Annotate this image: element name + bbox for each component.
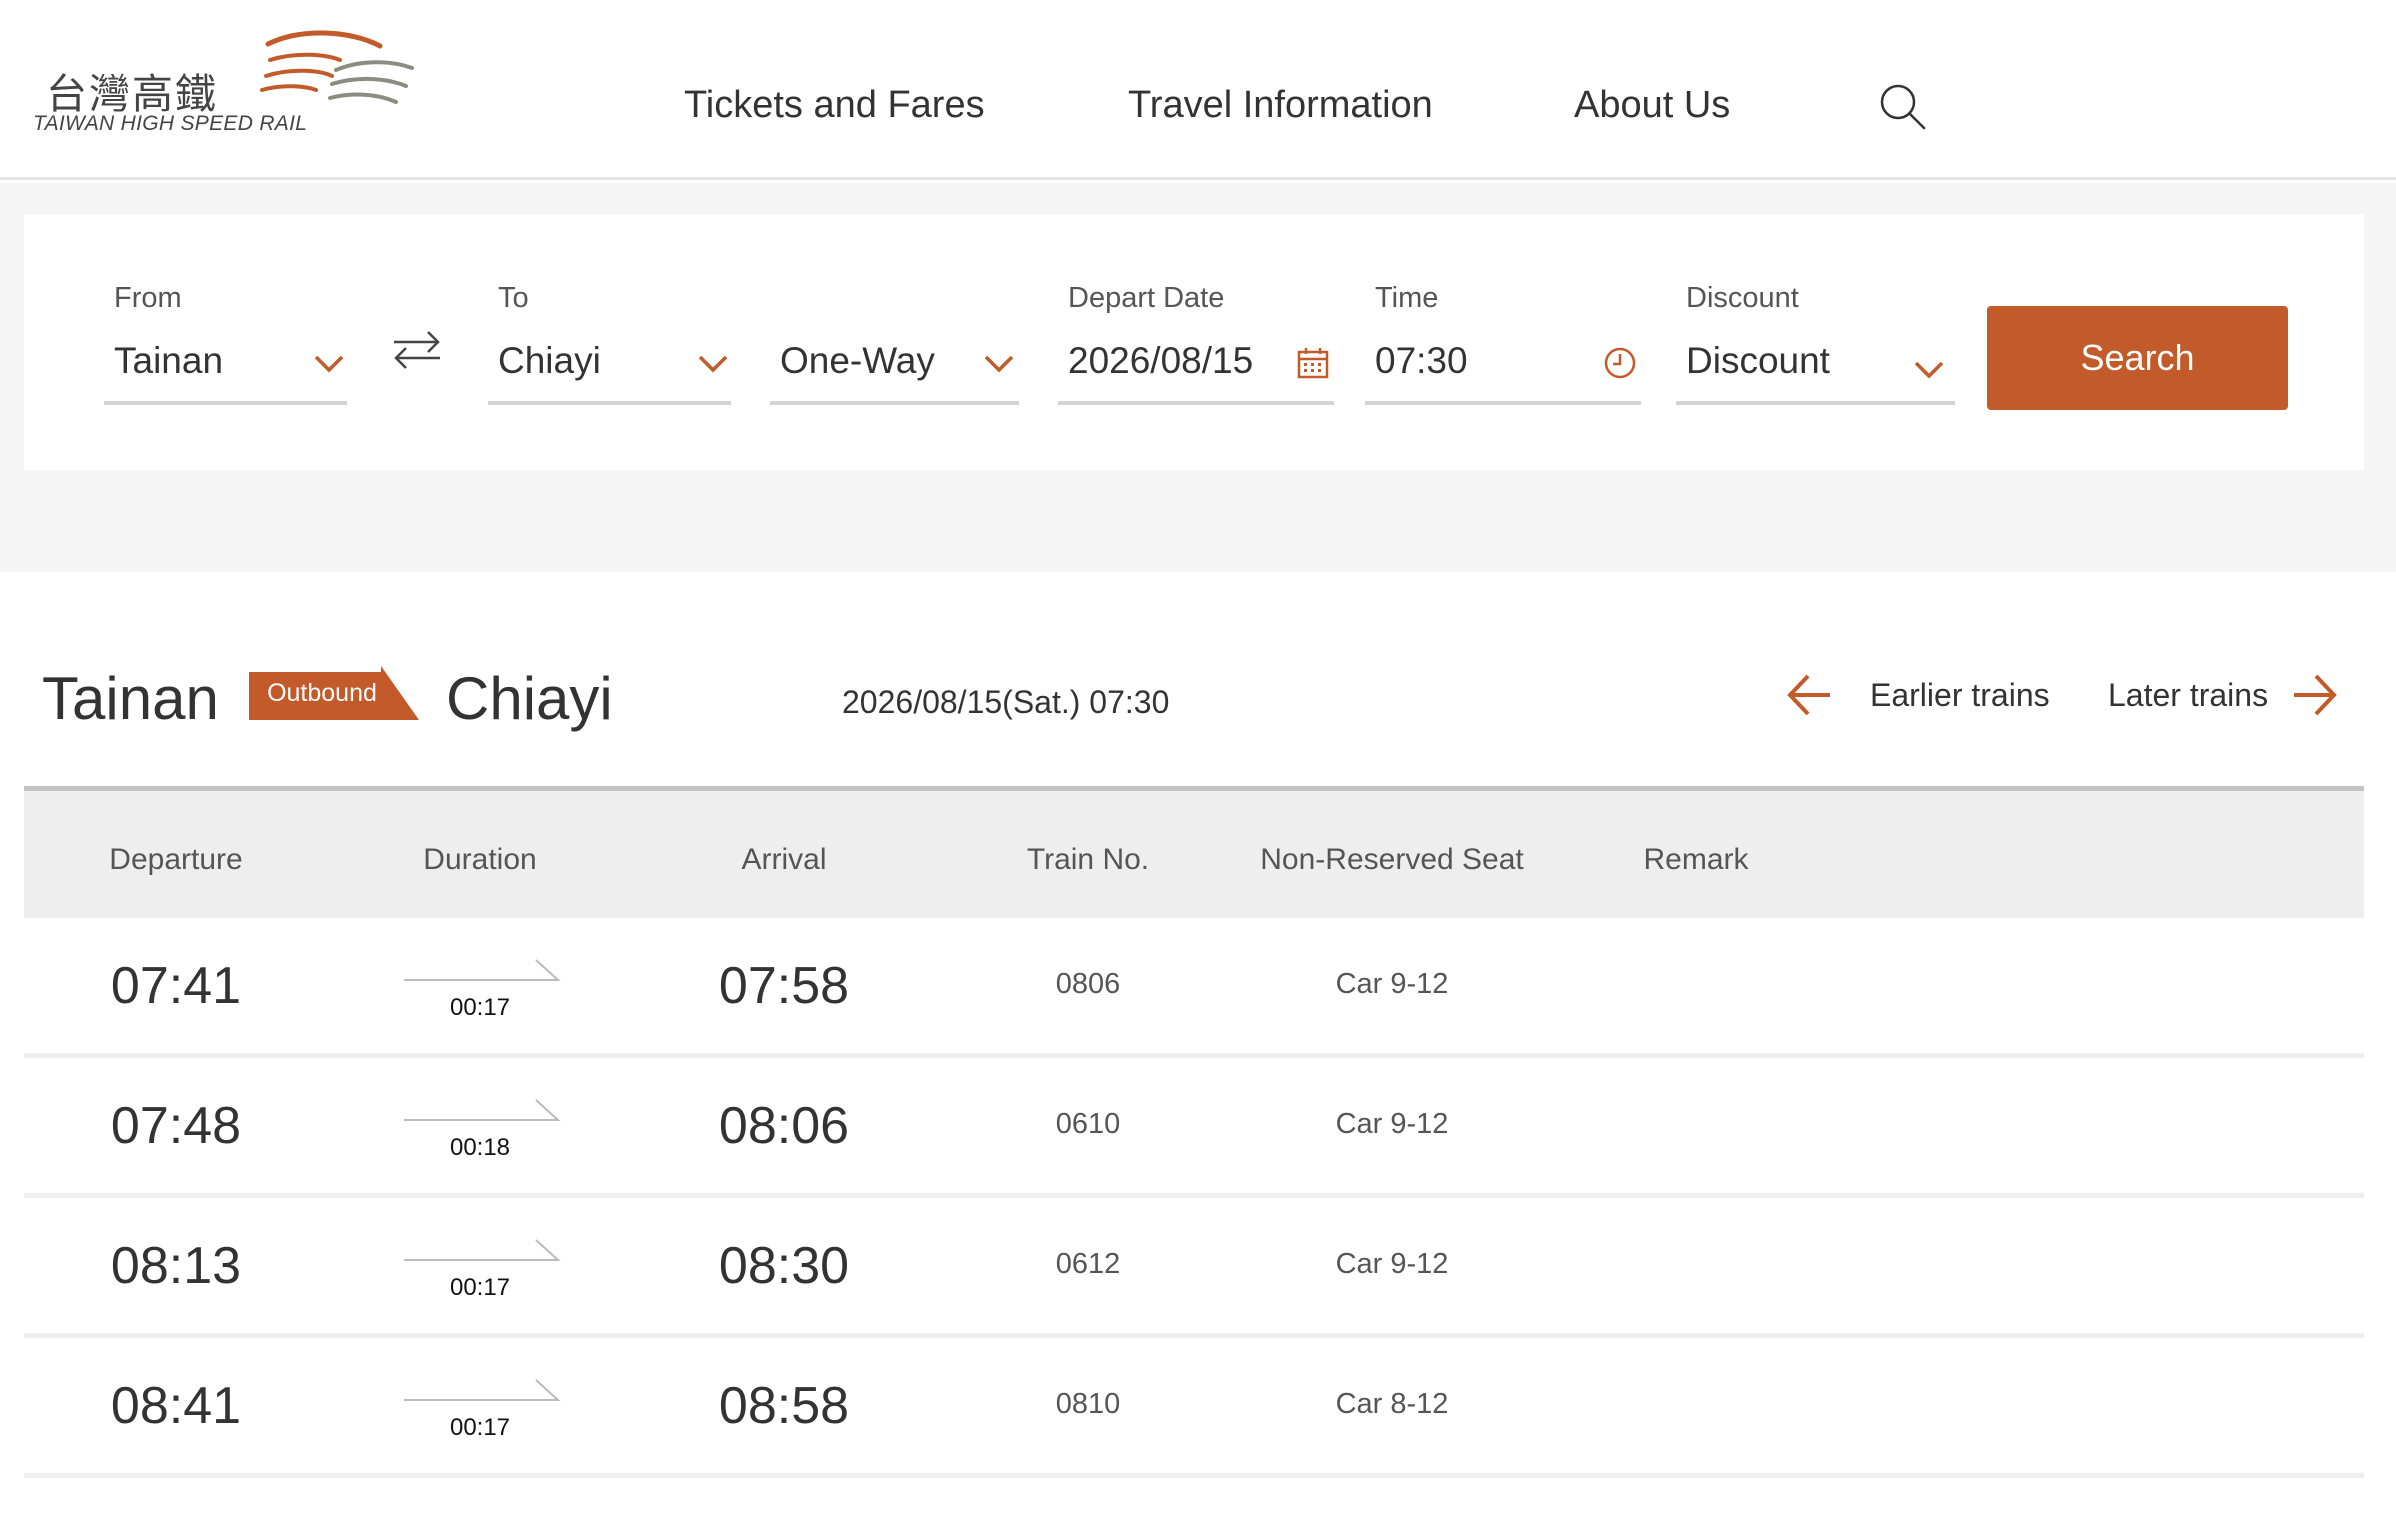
- duration-arrow-icon: [404, 1099, 561, 1121]
- from-label: From: [114, 282, 182, 314]
- arrival-time: 07:58: [718, 957, 850, 1015]
- earlier-trains-link[interactable]: Earlier trains: [1870, 677, 2050, 714]
- train-number: 0806: [1055, 968, 1121, 1000]
- departure-time: 08:41: [110, 1377, 242, 1435]
- logo-chinese-name: 台灣高鐵: [46, 70, 218, 118]
- arrival-time: 08:06: [718, 1097, 850, 1155]
- search-button[interactable]: Search: [1987, 306, 2288, 410]
- from-value: Tainan: [114, 340, 224, 381]
- train-number: 0610: [1055, 1108, 1121, 1140]
- column-remark: Remark: [1643, 843, 1749, 876]
- depart-date-label: Depart Date: [1068, 282, 1225, 314]
- clock-icon[interactable]: [1603, 346, 1637, 380]
- chevron-down-icon: [984, 355, 1014, 373]
- from-select[interactable]: Tainan: [104, 330, 347, 405]
- calendar-icon[interactable]: [1296, 346, 1330, 380]
- table-row[interactable]: 07:48 00:18 08:06 0610 Car 9-12: [24, 1058, 2364, 1198]
- time-label: Time: [1375, 282, 1439, 314]
- duration: 00:17: [449, 1274, 511, 1301]
- nav-tickets-and-fares[interactable]: Tickets and Fares: [684, 84, 985, 127]
- table-row[interactable]: 08:41 00:17 08:58 0810 Car 8-12: [24, 1338, 2364, 1478]
- discount-value: Discount: [1686, 340, 1830, 381]
- time-input[interactable]: 07:30: [1365, 330, 1641, 405]
- duration-arrow-icon: [404, 1379, 561, 1401]
- nav-about-us[interactable]: About Us: [1574, 84, 1730, 127]
- arrival-time: 08:30: [718, 1237, 850, 1295]
- trip-type-select[interactable]: One-Way: [770, 330, 1019, 405]
- later-trains-link[interactable]: Later trains: [2108, 677, 2268, 714]
- non-reserved-seat: Car 9-12: [1335, 1108, 1449, 1140]
- chevron-down-icon: [1914, 361, 1944, 379]
- non-reserved-seat: Car 9-12: [1335, 968, 1449, 1000]
- swap-icon[interactable]: [390, 328, 444, 372]
- direction-badge: Outbound: [249, 666, 419, 720]
- arrow-right-icon[interactable]: [2290, 670, 2338, 720]
- column-arrival: Arrival: [741, 843, 827, 876]
- timetable-header: Departure Duration Arrival Train No. Non…: [24, 786, 2364, 918]
- duration: 00:18: [449, 1134, 511, 1161]
- route-origin: Tainan: [42, 665, 219, 732]
- trip-type-value: One-Way: [780, 340, 935, 381]
- duration: 00:17: [449, 994, 511, 1021]
- duration-arrow-icon: [404, 1239, 561, 1261]
- to-label: To: [498, 282, 529, 314]
- depart-date-value: 2026/08/15: [1068, 340, 1254, 381]
- non-reserved-seat: Car 8-12: [1335, 1388, 1449, 1420]
- discount-label: Discount: [1686, 282, 1799, 314]
- chevron-down-icon: [314, 355, 344, 373]
- logo-swoosh-icon: [260, 30, 414, 104]
- departure-time: 07:41: [110, 957, 242, 1015]
- discount-select[interactable]: Discount: [1676, 330, 1955, 405]
- site-header: 台灣高鐵 TAIWAN HIGH SPEED RAIL Tickets and …: [0, 0, 2396, 180]
- arrival-time: 08:58: [718, 1377, 850, 1435]
- logo-english-name: TAIWAN HIGH SPEED RAIL: [33, 112, 308, 135]
- column-train-no: Train No.: [1026, 843, 1150, 876]
- nav-travel-information[interactable]: Travel Information: [1128, 84, 1433, 127]
- route-destination: Chiayi: [446, 665, 613, 732]
- departure-time: 08:13: [110, 1237, 242, 1295]
- departure-time: 07:48: [110, 1097, 242, 1155]
- to-value: Chiayi: [498, 340, 601, 381]
- duration: 00:17: [449, 1414, 511, 1441]
- column-non-reserved-seat: Non-Reserved Seat: [1260, 843, 1524, 876]
- column-departure: Departure: [109, 843, 243, 876]
- search-icon[interactable]: [1878, 82, 1928, 132]
- table-row[interactable]: 08:13 00:17 08:30 0612 Car 9-12: [24, 1198, 2364, 1338]
- thsr-logo[interactable]: 台灣高鐵 TAIWAN HIGH SPEED RAIL: [30, 30, 414, 140]
- arrow-left-icon[interactable]: [1786, 670, 1834, 720]
- train-number: 0612: [1055, 1248, 1121, 1280]
- chevron-down-icon: [698, 355, 728, 373]
- column-duration: Duration: [423, 843, 537, 876]
- to-select[interactable]: Chiayi: [488, 330, 731, 405]
- time-value: 07:30: [1375, 340, 1468, 381]
- non-reserved-seat: Car 9-12: [1335, 1248, 1449, 1280]
- table-row[interactable]: 07:41 00:17 07:58 0806 Car 9-12: [24, 918, 2364, 1058]
- route-datetime: 2026/08/15(Sat.) 07:30: [842, 684, 1170, 720]
- direction-badge-label: Outbound: [267, 678, 377, 707]
- duration-arrow-icon: [404, 959, 561, 981]
- train-number: 0810: [1055, 1388, 1121, 1420]
- depart-date-input[interactable]: 2026/08/15: [1058, 330, 1334, 405]
